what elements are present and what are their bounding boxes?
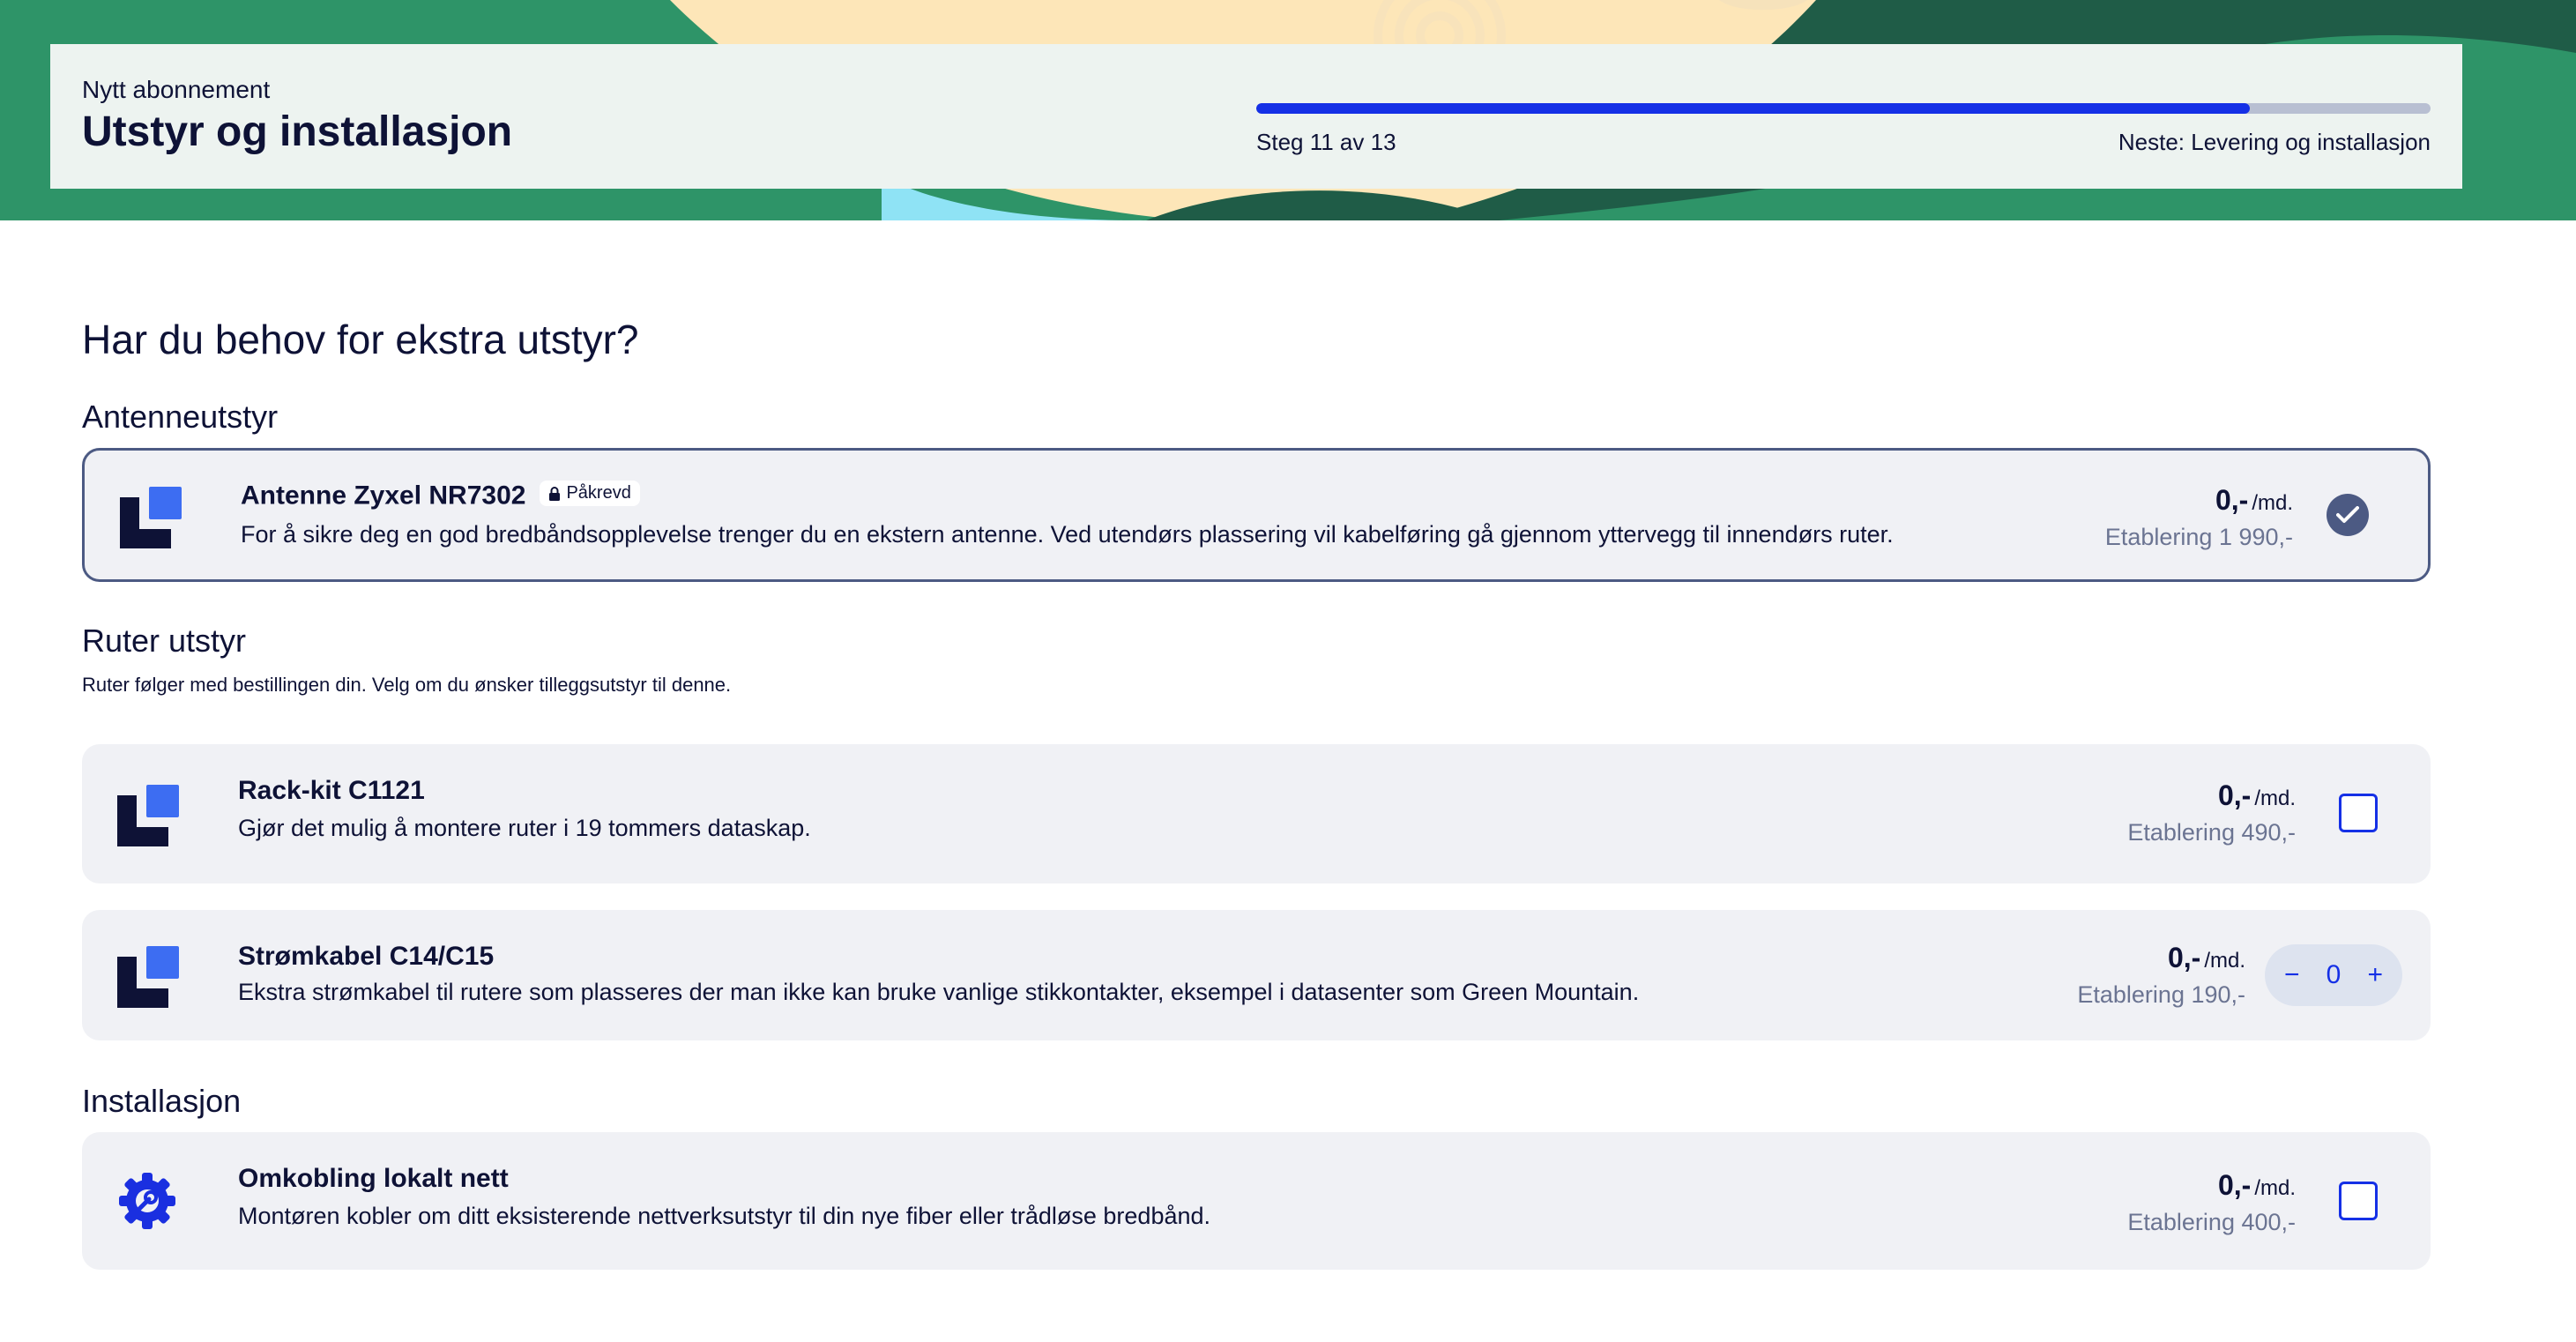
section-title-router: Ruter utstyr (82, 623, 247, 659)
price-block: 0,-/md. Etablering 400,- (2127, 1169, 2296, 1236)
product-logo-icon (117, 785, 179, 846)
section-subtitle-router: Ruter følger med bestillingen din. Velg … (82, 674, 732, 696)
product-name: Rack-kit C1121 (238, 776, 425, 805)
hero-banner: Nytt abonnement Utstyr og installasjon S… (0, 0, 2576, 220)
select-checkbox[interactable] (2339, 794, 2378, 832)
progress-bar-fill (1256, 103, 2250, 114)
page-title: Utstyr og installasjon (82, 108, 513, 155)
check-icon (2336, 506, 2359, 523)
progress-bar (1256, 103, 2431, 114)
gear-wrench-icon (119, 1173, 175, 1229)
establishment-fee: Etablering 190,- (2077, 981, 2245, 1008)
quantity-stepper: − 0 + (2265, 944, 2402, 1006)
required-badge: Påkrevd (540, 481, 640, 506)
select-checkbox[interactable] (2339, 1182, 2378, 1220)
establishment-fee: Etablering 490,- (2127, 819, 2296, 846)
product-name: Omkobling lokalt nett (238, 1164, 509, 1193)
product-name: Strømkabel C14/C15 (238, 942, 495, 971)
decrement-button[interactable]: − (2284, 960, 2300, 990)
establishment-fee: Etablering 1 990,- (2104, 524, 2293, 550)
lock-icon (549, 486, 561, 501)
price-unit: /md. (2254, 1176, 2296, 1200)
monthly-price: 0,- (2217, 779, 2252, 811)
product-name: Antenne Zyxel NR7302 Påkrevd (241, 481, 640, 511)
step-header-card: Nytt abonnement Utstyr og installasjon S… (50, 44, 2462, 189)
product-card-rack-kit[interactable]: Rack-kit C1121 Gjør det mulig å montere … (82, 744, 2431, 883)
section-title-antenna: Antenneutstyr (82, 399, 279, 435)
next-step-label: Neste: Levering og installasjon (2118, 129, 2431, 155)
monthly-price: 0,- (2217, 1169, 2252, 1201)
monthly-price: 0,- (2215, 484, 2249, 516)
selected-check (2327, 494, 2369, 536)
product-logo-icon (117, 946, 179, 1008)
price-block: 0,-/md. Etablering 490,- (2127, 779, 2296, 846)
product-description: Gjør det mulig å montere ruter i 19 tomm… (238, 815, 811, 841)
main-question: Har du behov for ekstra utstyr? (82, 317, 639, 362)
product-card-power-cable: Strømkabel C14/C15 Ekstra strømkabel til… (82, 910, 2431, 1040)
price-unit: /md. (2252, 491, 2293, 515)
step-counter: Steg 11 av 13 (1256, 129, 1396, 155)
monthly-price: 0,- (2167, 942, 2201, 973)
product-card-antenna: Antenne Zyxel NR7302 Påkrevd For å sikre … (82, 448, 2431, 582)
price-block: 0,-/md. Etablering 1 990,- (2105, 484, 2293, 551)
section-title-installation: Installasjon (82, 1083, 242, 1119)
establishment-fee: Etablering 400,- (2127, 1209, 2296, 1235)
page-eyebrow: Nytt abonnement (82, 76, 271, 103)
price-block: 0,-/md. Etablering 190,- (2077, 942, 2245, 1009)
product-card-rewiring[interactable]: Omkobling lokalt nett Montøren kobler om… (82, 1132, 2431, 1270)
product-logo-icon (120, 487, 182, 548)
quantity-value: 0 (2326, 960, 2341, 989)
price-unit: /md. (2204, 949, 2245, 973)
product-description: Montøren kobler om ditt eksisterende net… (238, 1203, 1211, 1229)
product-description: Ekstra strømkabel til rutere som plasser… (238, 979, 1640, 1005)
price-unit: /md. (2254, 787, 2296, 810)
increment-button[interactable]: + (2367, 960, 2383, 990)
product-description: For å sikre deg en god bredbåndsopplevel… (241, 521, 1894, 548)
